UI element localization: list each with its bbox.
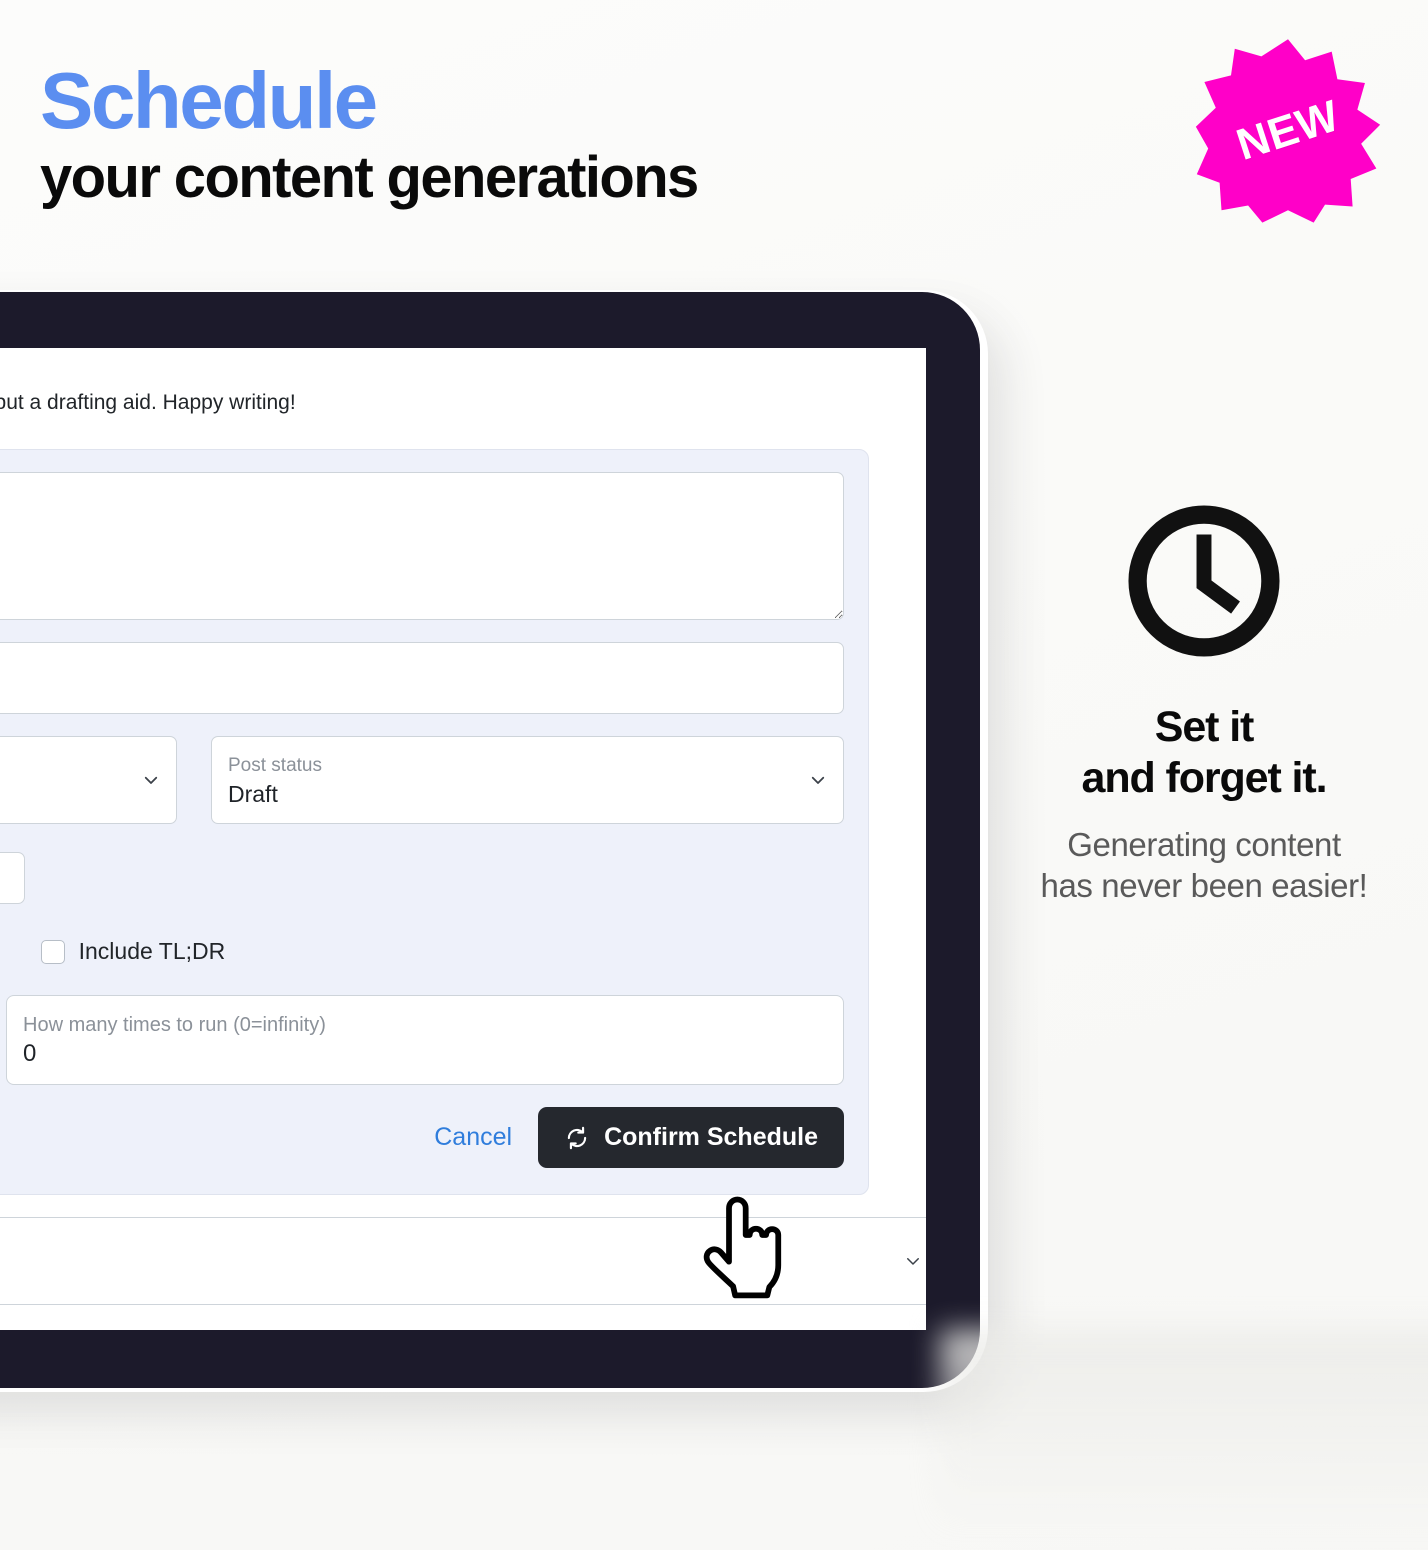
outline-textarea-wrap — [0, 472, 844, 621]
runs-field-label: How many times to run (0=infinity) — [23, 1013, 326, 1036]
rail-tagline-line1: Set it — [1154, 703, 1255, 751]
hero-title-line2: your content generations — [40, 145, 699, 211]
rail-tagline: Set it and forget it. — [1000, 702, 1408, 803]
selects-row: Post status Draft — [0, 736, 844, 825]
tablet-underglow — [940, 1330, 1428, 1530]
chevron-down-icon — [809, 771, 827, 789]
app-screen: t results. This is not a substitute for … — [0, 388, 926, 1306]
new-badge-text-wrap: NEW — [1193, 33, 1383, 228]
max-words-row: Maximum words per section: — [0, 852, 844, 905]
chevron-down-icon — [904, 1252, 922, 1270]
rail-subtext-line1: Generating content — [1067, 826, 1341, 864]
sync-icon — [564, 1125, 590, 1151]
hero-heading: Schedule your content generations — [40, 56, 699, 211]
confirm-schedule-button[interactable]: Confirm Schedule — [538, 1107, 844, 1169]
rail-subtext-line2: has never been easier! — [1040, 866, 1368, 904]
post-status-label: Post status — [228, 754, 322, 776]
checkbox-include-tldr[interactable] — [40, 939, 65, 964]
rail-tagline-line2: and forget it. — [1081, 753, 1328, 802]
max-words-input[interactable] — [0, 852, 25, 905]
chevron-down-icon — [142, 771, 160, 789]
checkbox-row: de section images Include conclusion Inc… — [0, 938, 844, 965]
schedule-panel: Post status Draft Maximum words per sect… — [0, 449, 869, 1196]
checkbox-label-include-tldr: Include TL;DR — [78, 938, 226, 965]
schedule-row: ✓ Hourly Twice daily Daily — [0, 995, 844, 1169]
tablet-screen: t results. This is not a substitute for … — [0, 348, 926, 1330]
panel-actions: Cancel Confirm Schedule — [6, 1107, 844, 1169]
hero-title-line1: Schedule — [40, 56, 378, 145]
new-badge-label: NEW — [1230, 90, 1345, 170]
poster-canvas: Schedule your content generations NEW t … — [0, 0, 1428, 1550]
rail-subtext: Generating content has never been easier… — [1000, 825, 1408, 906]
post-status-select[interactable]: Post status Draft — [211, 736, 844, 825]
feature-rail: Set it and forget it. Generating content… — [1000, 498, 1408, 906]
runs-field[interactable]: How many times to run (0=infinity) 0 — [6, 995, 844, 1086]
bottom-select[interactable] — [0, 1217, 926, 1306]
outline-textarea[interactable] — [0, 472, 844, 621]
disclaimer-text: t results. This is not a substitute for … — [0, 391, 296, 414]
runs-field-wrap: How many times to run (0=infinity) 0 Can… — [6, 995, 844, 1169]
clock-icon — [1121, 498, 1287, 664]
confirm-schedule-label: Confirm Schedule — [604, 1123, 818, 1152]
new-badge: NEW — [1193, 33, 1383, 228]
runs-field-value: 0 — [23, 1039, 37, 1067]
left-select[interactable] — [0, 736, 177, 825]
cancel-button[interactable]: Cancel — [434, 1123, 512, 1152]
title-input[interactable] — [0, 642, 844, 715]
tablet-device: t results. This is not a substitute for … — [0, 292, 980, 1388]
post-status-value: Draft — [228, 780, 278, 807]
